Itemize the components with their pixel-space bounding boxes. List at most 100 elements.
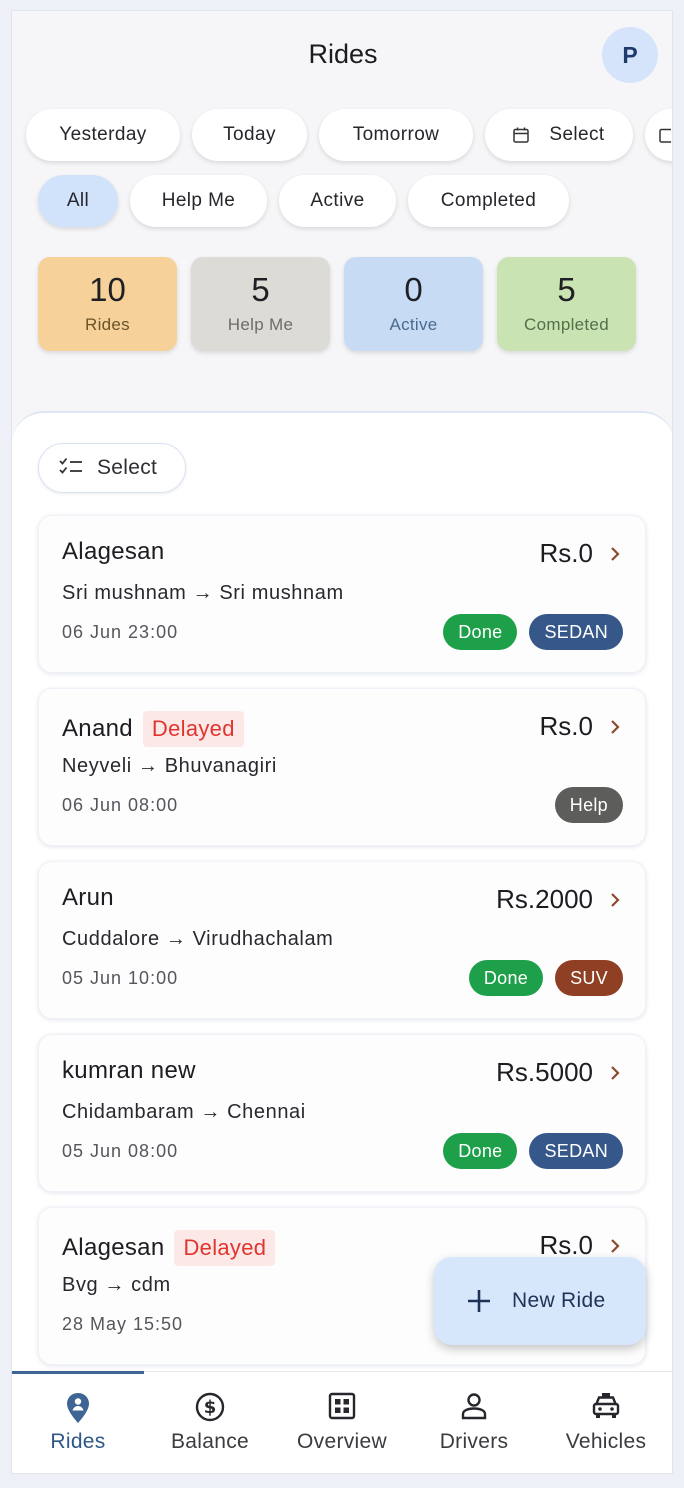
ride-route: Sri mushnam → Sri mushnam	[62, 582, 344, 604]
nav-rides[interactable]: Rides	[12, 1372, 144, 1473]
app-bar: Rides P	[12, 11, 672, 101]
stat-label: Help Me	[227, 315, 294, 334]
nav-label: Overview	[297, 1430, 387, 1453]
chip-label: Today	[223, 124, 276, 145]
passenger-name: Anand	[62, 715, 133, 742]
ride-route: Bvg → cdm	[62, 1274, 171, 1296]
chip-yesterday[interactable]: Yesterday	[26, 109, 180, 161]
chevron-right-icon	[611, 1239, 620, 1253]
nav-overview[interactable]: Overview	[276, 1372, 408, 1473]
chip-select-date[interactable]: Select	[485, 109, 633, 161]
chevron-right-icon	[611, 720, 620, 734]
person-icon	[461, 1393, 487, 1420]
page-title: Rides	[308, 39, 378, 69]
new-ride-button[interactable]: New Ride	[434, 1257, 646, 1345]
passenger-name: Arun	[62, 884, 114, 911]
chip-label: Help Me	[161, 190, 236, 211]
select-mode-button[interactable]: Select	[38, 443, 186, 493]
passenger-name: kumran new	[62, 1057, 196, 1084]
chip-partial[interactable]	[645, 109, 672, 161]
help-badge: Help	[554, 787, 623, 823]
bottom-navigation: Rides $ Balance Overview Drivers Vehicle…	[12, 1371, 672, 1473]
chevron-right-icon	[611, 1066, 620, 1080]
stat-value: 0	[404, 271, 423, 308]
chip-today[interactable]: Today	[192, 109, 307, 161]
ride-card[interactable]: Alagesan Rs.0 Sri mushnam → Sri mushnam …	[38, 515, 646, 673]
nav-vehicles[interactable]: Vehicles	[540, 1372, 672, 1473]
nav-label: Balance	[171, 1430, 249, 1453]
calendar-icon	[513, 127, 530, 143]
stat-help-me[interactable]: 5 Help Me	[191, 257, 330, 351]
ride-passenger: Anand Delayed	[62, 711, 244, 747]
chevron-right-icon	[611, 547, 620, 561]
chip-active[interactable]: Active	[279, 175, 396, 227]
ride-price: Rs.0	[539, 711, 593, 741]
passenger-name: Alagesan	[62, 538, 165, 565]
ride-passenger: Alagesan	[62, 538, 164, 566]
ride-price: Rs.2000	[496, 884, 593, 914]
car-icon	[592, 1393, 620, 1418]
nav-drivers[interactable]: Drivers	[408, 1372, 540, 1473]
ride-badges: Help	[554, 787, 623, 823]
app-screen: Rides P Yesterday Today Tomorrow Select …	[11, 10, 673, 1474]
stat-label: Active	[389, 315, 438, 334]
stat-value: 5	[557, 271, 576, 308]
chip-label: Tomorrow	[352, 124, 440, 145]
ride-time: 06 Jun 23:00	[62, 622, 179, 642]
dollar-circle-icon: $	[195, 1392, 225, 1422]
ride-badges: Done SUV	[468, 960, 623, 996]
ride-card[interactable]: kumran new Rs.5000 Chidambaram → Chennai…	[38, 1034, 646, 1192]
date-filter-row: Yesterday Today Tomorrow Select	[26, 109, 672, 165]
stats-row: 10 Rides 5 Help Me 0 Active 5 Completed	[38, 257, 636, 351]
stat-label: Completed	[524, 315, 609, 334]
vehicle-badge: SEDAN	[529, 614, 623, 650]
chip-tomorrow[interactable]: Tomorrow	[319, 109, 473, 161]
chip-completed[interactable]: Completed	[408, 175, 569, 227]
avatar[interactable]: P	[602, 27, 658, 83]
ride-badges: Done SEDAN	[443, 614, 623, 650]
stat-rides[interactable]: 10 Rides	[38, 257, 177, 351]
ride-time: 28 May 15:50	[62, 1314, 184, 1334]
chevron-right-icon	[611, 893, 620, 907]
stat-label: Rides	[85, 315, 130, 334]
ride-badges: Done SEDAN	[443, 1133, 623, 1169]
ride-price: Rs.5000	[496, 1057, 593, 1087]
stat-value: 5	[251, 271, 270, 308]
chip-label: All	[66, 190, 90, 211]
ride-time: 06 Jun 08:00	[62, 795, 179, 815]
ride-time: 05 Jun 08:00	[62, 1141, 179, 1161]
delayed-badge: Delayed	[174, 1230, 276, 1266]
svg-text:$: $	[204, 1397, 217, 1418]
ride-card[interactable]: Anand Delayed Rs.0 Neyveli → Bhuvanagiri …	[38, 688, 646, 846]
ride-price: Rs.0	[539, 538, 593, 568]
chip-all[interactable]: All	[38, 175, 118, 227]
nav-label: Rides	[50, 1430, 106, 1453]
chip-label: Select	[549, 124, 605, 145]
status-filter-row: All Help Me Active Completed	[38, 175, 569, 231]
ride-time: 05 Jun 10:00	[62, 968, 179, 988]
chip-label: Completed	[440, 190, 537, 211]
vehicle-badge: SEDAN	[529, 1133, 623, 1169]
nav-label: Drivers	[439, 1430, 509, 1453]
calendar-icon	[659, 128, 671, 143]
stat-active[interactable]: 0 Active	[344, 257, 483, 351]
chip-label: Active	[310, 190, 365, 211]
checklist-icon	[59, 457, 83, 480]
status-badge: Done	[468, 960, 544, 996]
chip-label: Yesterday	[59, 124, 147, 145]
grid-icon	[328, 1392, 356, 1420]
ride-card[interactable]: Arun Rs.2000 Cuddalore → Virudhachalam 0…	[38, 861, 646, 1019]
vehicle-badge: SUV	[555, 960, 623, 996]
ride-route: Neyveli → Bhuvanagiri	[62, 755, 277, 777]
plus-icon	[468, 1290, 490, 1312]
ride-passenger: kumran new	[62, 1057, 196, 1085]
chip-help-me[interactable]: Help Me	[130, 175, 267, 227]
nav-balance[interactable]: $ Balance	[144, 1372, 276, 1473]
stat-completed[interactable]: 5 Completed	[497, 257, 636, 351]
nav-label: Vehicles	[565, 1430, 647, 1453]
location-pin-icon	[67, 1393, 89, 1423]
ride-route: Cuddalore → Virudhachalam	[62, 928, 334, 950]
ride-route: Chidambaram → Chennai	[62, 1101, 306, 1123]
status-badge: Done	[443, 614, 518, 650]
new-ride-label: New Ride	[512, 1289, 606, 1312]
